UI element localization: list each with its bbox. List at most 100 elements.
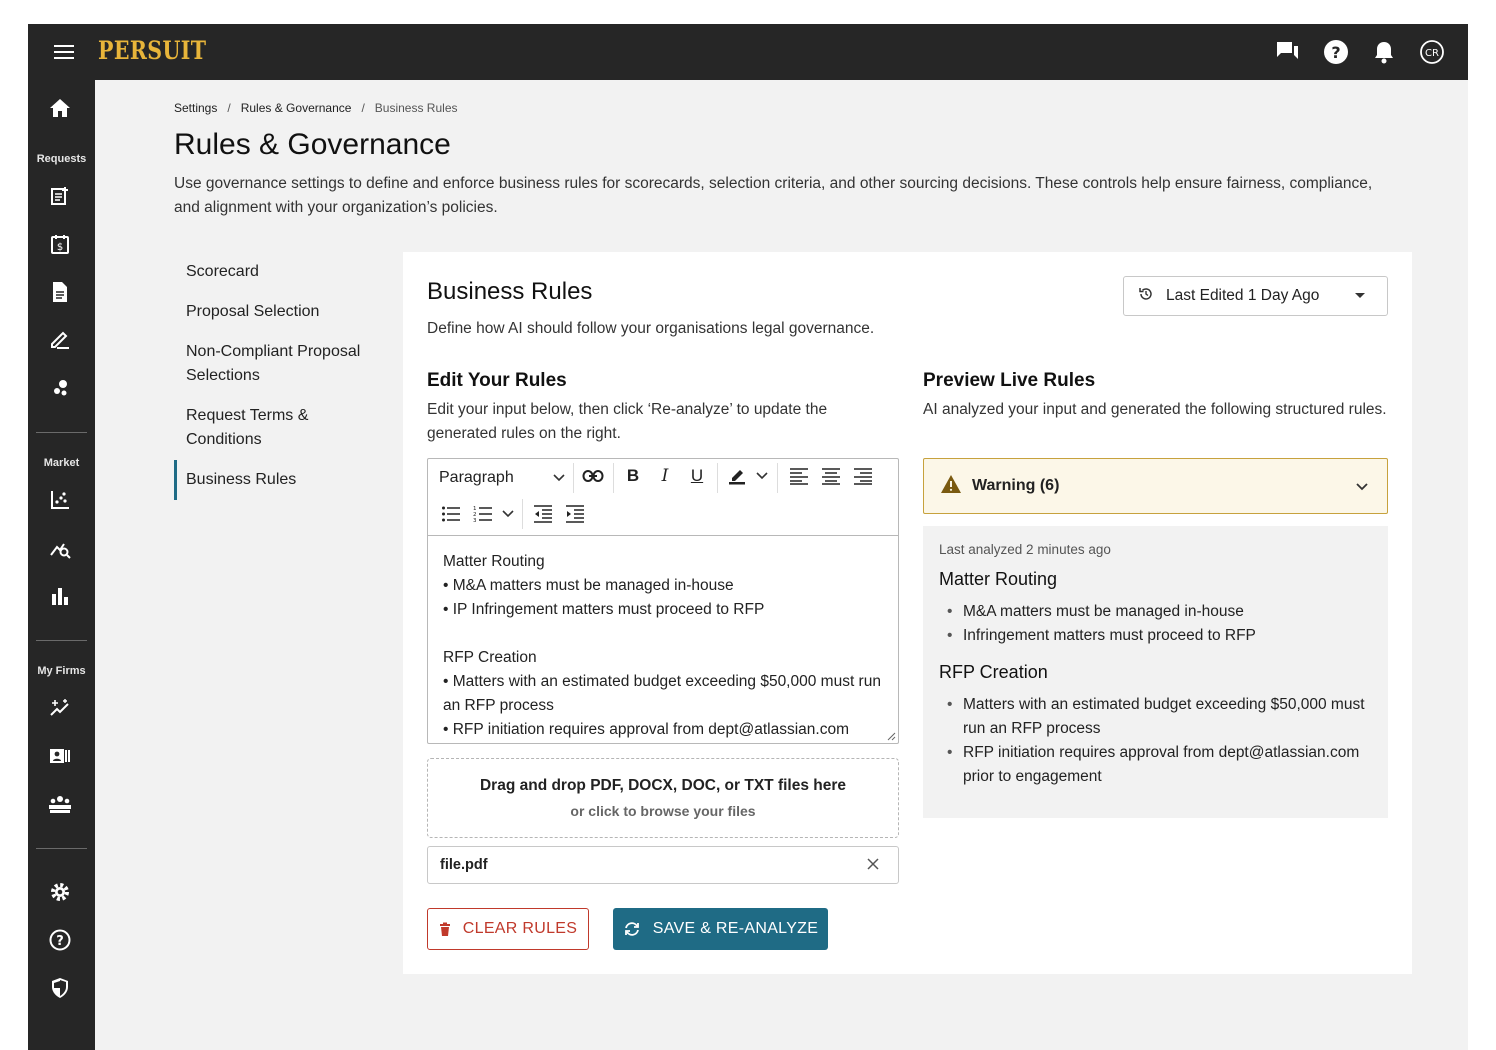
sidebar-section-requests: Requests — [36, 153, 87, 165]
bar-chart-icon[interactable] — [48, 584, 72, 608]
chevron-down-icon — [553, 474, 565, 482]
svg-text:?: ? — [56, 934, 64, 949]
team-group-icon[interactable] — [48, 792, 72, 816]
preview-rules-title: Preview Live Rules — [923, 370, 1096, 391]
warning-triangle-icon — [940, 474, 962, 499]
notification-bell-icon[interactable] — [1370, 38, 1398, 66]
subnav-item-business-rules[interactable]: Business Rules — [174, 460, 374, 500]
business-rules-card: Business Rules Define how AI should foll… — [403, 252, 1412, 974]
svg-text:?: ? — [1331, 43, 1340, 62]
card-title: Business Rules — [427, 278, 593, 305]
subnav-item-proposal-selection[interactable]: Proposal Selection — [174, 292, 374, 332]
persuit-logo: PERSUIT — [98, 36, 207, 65]
underline-icon[interactable]: U — [684, 463, 710, 489]
trash-icon — [439, 922, 450, 936]
align-right-icon[interactable] — [850, 463, 876, 489]
new-request-icon[interactable] — [48, 184, 72, 208]
resize-handle-icon[interactable] — [886, 731, 896, 741]
breadcrumb: Settings / Rules & Governance / Business… — [174, 101, 458, 115]
chevron-down-icon[interactable] — [500, 505, 516, 523]
file-name: file.pdf — [440, 857, 488, 873]
rules-text-area[interactable]: Matter Routing • M&A matters must be man… — [428, 536, 898, 743]
document-icon[interactable] — [48, 280, 72, 304]
align-left-icon[interactable] — [786, 463, 812, 489]
save-reanalyze-label: SAVE & RE-ANALYZE — [652, 920, 819, 937]
indent-icon[interactable] — [562, 501, 588, 527]
link-icon[interactable] — [580, 463, 606, 489]
preview-group-heading: Matter Routing — [939, 569, 1058, 589]
help-icon[interactable]: ? — [1322, 38, 1350, 66]
caret-down-icon — [1355, 293, 1365, 298]
bullet-list-icon[interactable] — [438, 501, 464, 527]
numbered-list-icon[interactable]: 123 — [470, 501, 496, 527]
breadcrumb-current: Business Rules — [374, 101, 458, 115]
chat-icon[interactable] — [1274, 38, 1302, 66]
preview-rules-description: AI analyzed your input and generated the… — [923, 401, 1387, 418]
warning-accordion[interactable]: Warning (6) — [923, 458, 1388, 514]
breadcrumb-rules-governance[interactable]: Rules & Governance — [241, 101, 352, 115]
chevron-down-icon[interactable] — [754, 467, 770, 485]
edit-rules-title: Edit Your Rules — [427, 370, 567, 391]
outdent-icon[interactable] — [530, 501, 556, 527]
preview-rule-item: Matters with an estimated budget exceedi… — [939, 693, 1372, 741]
app-frame: PERSUIT ? CR Requests $ Market My Firms … — [28, 24, 1468, 1050]
market-search-icon[interactable] — [48, 536, 72, 560]
dropzone-title: Drag and drop PDF, DOCX, DOC, or TXT fil… — [479, 777, 847, 794]
preview-rule-item: M&A matters must be managed in-house — [939, 600, 1372, 624]
highlight-pen-icon[interactable] — [724, 463, 750, 489]
breadcrumb-separator: / — [361, 101, 365, 115]
preview-rule-item: Infringement matters must proceed to RFP — [939, 624, 1372, 648]
budget-calendar-icon[interactable]: $ — [48, 232, 72, 256]
align-center-icon[interactable] — [818, 463, 844, 489]
toolbar-divider — [573, 463, 574, 493]
bold-icon[interactable]: B — [620, 463, 646, 489]
sidebar: Requests $ Market My Firms ? — [28, 80, 95, 1050]
sidebar-divider — [36, 640, 87, 641]
italic-icon[interactable]: I — [652, 463, 678, 489]
scatter-chart-icon[interactable] — [48, 488, 72, 512]
clear-rules-label: CLEAR RULES — [462, 920, 578, 937]
remove-file-close-icon[interactable] — [866, 857, 880, 875]
card-subtitle: Define how AI should follow your organis… — [427, 320, 875, 337]
edit-rules-description: Edit your input below, then click ‘Re-an… — [427, 401, 828, 442]
file-dropzone[interactable]: Drag and drop PDF, DOCX, DOC, or TXT fil… — [427, 758, 899, 838]
version-history-dropdown[interactable]: Last Edited 1 Day Ago — [1123, 276, 1388, 316]
home-icon[interactable] — [48, 96, 72, 120]
sidebar-section-my-firms: My Firms — [37, 665, 86, 677]
preview-panel: Last analyzed 2 minutes ago Matter Routi… — [923, 526, 1388, 818]
rules-editor: Paragraph B I U 1 2 3 Matter Routing • M… — [427, 458, 899, 744]
preview-rule-list: M&A matters must be managed in-house Inf… — [939, 600, 1372, 648]
breadcrumb-settings[interactable]: Settings — [174, 101, 217, 115]
bubbles-icon[interactable] — [48, 376, 72, 400]
help-circle-icon[interactable]: ? — [48, 928, 72, 952]
save-reanalyze-button[interactable]: SAVE & RE-ANALYZE — [613, 908, 828, 950]
paragraph-style-select[interactable]: Paragraph — [439, 465, 569, 491]
dropzone-subtitle: or click to browse your files — [570, 803, 756, 819]
refresh-icon — [624, 922, 639, 936]
shield-icon[interactable] — [48, 976, 72, 1000]
warning-label: Warning (6) — [972, 477, 1060, 494]
sidebar-section-market: Market — [43, 457, 80, 469]
subnav-item-non-compliant[interactable]: Non-Compliant Proposal Selections — [174, 332, 374, 396]
breadcrumb-separator: / — [227, 101, 231, 115]
sparkle-trend-icon[interactable] — [48, 696, 72, 720]
last-edited-label: Last Edited 1 Day Ago — [1166, 287, 1320, 304]
settings-gear-icon[interactable] — [48, 880, 72, 904]
top-bar: PERSUIT ? CR — [28, 24, 1468, 80]
preview-group-heading: RFP Creation — [939, 662, 1048, 682]
edit-pen-icon[interactable] — [48, 328, 72, 352]
toolbar-divider — [777, 463, 778, 493]
subnav-item-request-terms[interactable]: Request Terms & Conditions — [174, 396, 374, 460]
page-title: Rules & Governance — [174, 128, 451, 161]
toolbar-divider — [613, 463, 614, 493]
avatar[interactable]: CR — [1418, 38, 1446, 66]
editor-toolbar: Paragraph B I U 1 2 3 — [428, 459, 898, 536]
uploaded-file: file.pdf — [427, 846, 899, 884]
paragraph-style-value: Paragraph — [439, 469, 514, 486]
svg-text:CR: CR — [1425, 48, 1439, 59]
preview-rule-list: Matters with an estimated budget exceedi… — [939, 693, 1372, 789]
menu-icon[interactable] — [52, 42, 76, 62]
clear-rules-button[interactable]: CLEAR RULES — [427, 908, 589, 950]
contact-card-icon[interactable] — [48, 744, 72, 768]
subnav-item-scorecard[interactable]: Scorecard — [174, 252, 374, 292]
